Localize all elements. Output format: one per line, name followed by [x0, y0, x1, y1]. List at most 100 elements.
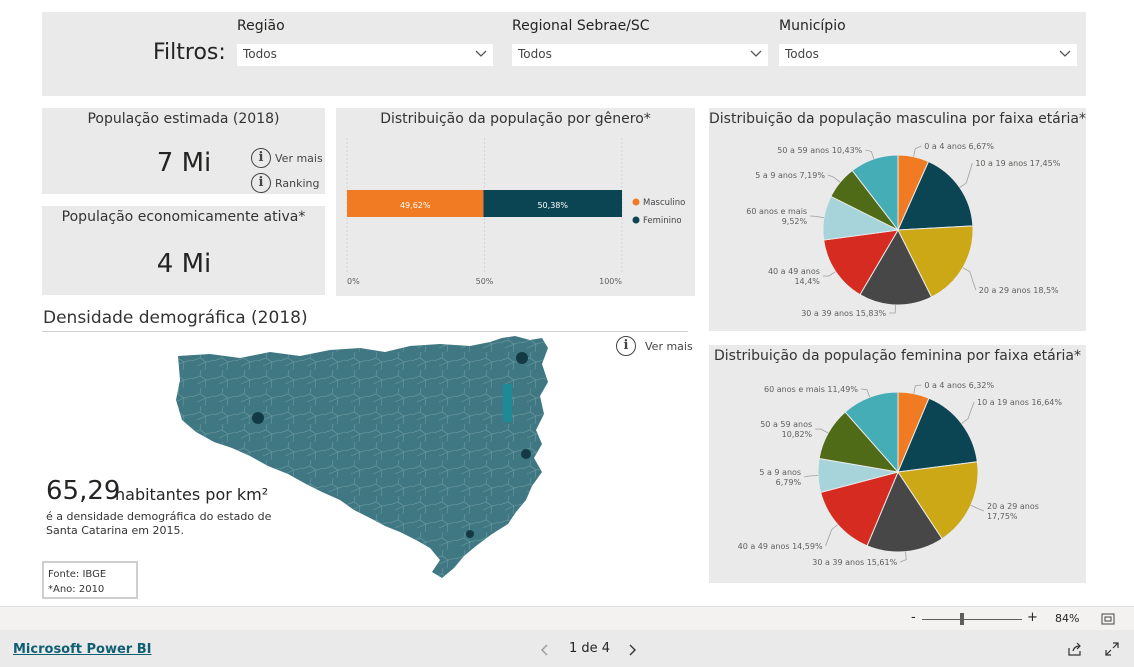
- bar-data-label: 50,38%: [537, 201, 568, 210]
- pie-data-label: 10 a 19 anos 16,64%: [977, 398, 1062, 407]
- chevron-down-icon: [475, 50, 487, 57]
- info-icon[interactable]: i: [251, 173, 271, 193]
- map-dense-municipality: [252, 412, 264, 424]
- fit-to-page-icon[interactable]: [1101, 613, 1115, 625]
- legend-label: Feminino: [643, 216, 682, 226]
- filter-value: Todos: [518, 47, 552, 61]
- pie-data-label: 10 a 19 anos 17,45%: [975, 159, 1060, 168]
- pie-data-label: 0 a 4 anos 6,32%: [924, 381, 994, 390]
- kpi-population-value: 7 Mi: [156, 148, 212, 178]
- pie-data-label: 0 a 4 anos 6,67%: [924, 142, 994, 151]
- map-dense-municipality: [466, 530, 474, 538]
- source-year-line: *Ano: 2010: [48, 584, 105, 595]
- zoom-out-button[interactable]: -: [911, 610, 916, 625]
- female-pie-card: Distribuição da população feminina por f…: [709, 345, 1086, 583]
- filter-dropdown-regional[interactable]: Todos: [512, 44, 768, 66]
- filters-title: Filtros:: [153, 40, 226, 65]
- zoom-level: 84%: [1055, 612, 1080, 625]
- pie-data-label: 5 a 9 anos: [759, 468, 801, 477]
- pie-data-label: 30 a 39 anos 15,61%: [812, 558, 897, 567]
- share-icon[interactable]: [1067, 642, 1083, 656]
- legend-marker: [632, 216, 640, 224]
- legend-label: Masculino: [643, 198, 685, 208]
- ver-mais-link[interactable]: Ver mais: [275, 152, 323, 165]
- pie-data-label: 40 a 49 anos 14,59%: [738, 542, 823, 551]
- pie-data-label: 9,52%: [782, 217, 808, 226]
- ranking-link[interactable]: Ranking: [275, 177, 320, 190]
- filter-label: Município: [779, 18, 846, 34]
- kpi-pea-card: População economicamente ativa* 4 Mi: [42, 206, 325, 295]
- filter-dropdown-municipio[interactable]: Todos: [779, 44, 1077, 66]
- pie-data-label: 6,79%: [776, 478, 802, 487]
- pie-data-label: 50 a 59 anos: [760, 420, 812, 429]
- x-tick-label: 50%: [476, 277, 494, 286]
- pie-data-label: 14,4%: [794, 277, 820, 286]
- legend-marker: [632, 198, 640, 206]
- pie-leader-line: [913, 384, 922, 394]
- filter-value: Todos: [785, 47, 819, 61]
- x-tick-label: 100%: [599, 277, 622, 286]
- filter-value: Todos: [243, 47, 277, 61]
- map-municipality-borders: [176, 336, 548, 578]
- pie-leader-line: [860, 388, 871, 398]
- chevron-down-icon: [1059, 50, 1071, 57]
- previous-page-icon[interactable]: [540, 644, 550, 656]
- pie-leader-line: [961, 401, 975, 424]
- pie-leader-line: [825, 524, 838, 547]
- filters-panel: Filtros: Região Todos Regional Sebrae/SC…: [42, 12, 1086, 96]
- pie-leader-line: [959, 162, 973, 188]
- kpi-pea-title: População economicamente ativa*: [61, 209, 306, 225]
- female-pie-chart: 0 a 4 anos 6,32% 10 a 19 anos 16,64% 20 a …: [738, 381, 1063, 567]
- next-page-icon[interactable]: [627, 644, 637, 656]
- pie-leader-line: [865, 149, 875, 160]
- pie-leader-line: [889, 304, 896, 314]
- gender-chart-card: Distribuição da população por gênero* 49…: [336, 108, 695, 296]
- density-ver-mais-link[interactable]: Ver mais: [645, 340, 693, 353]
- filter-municipio: Município Todos: [779, 18, 1077, 66]
- pie-data-label: 60 anos e mais: [746, 207, 807, 216]
- pie-data-label: 50 a 59 anos 10,43%: [777, 146, 862, 155]
- fullscreen-icon[interactable]: [1105, 642, 1119, 656]
- pie-leader-line: [810, 215, 825, 219]
- pie-leader-line: [900, 551, 907, 563]
- filter-regiao: Região Todos: [237, 18, 493, 66]
- pie-leader-line: [815, 428, 829, 434]
- pie-leader-line: [970, 504, 985, 512]
- pie-data-label: 10,82%: [782, 430, 813, 439]
- density-unit: habitantes por km²: [115, 485, 269, 504]
- source-line: Fonte: IBGE: [48, 569, 107, 580]
- pie-leader-line: [804, 475, 819, 478]
- power-bi-link[interactable]: Microsoft Power BI: [13, 642, 151, 657]
- map-dense-municipality: [516, 352, 528, 364]
- density-value: 65,29: [46, 476, 121, 506]
- zoom-in-button[interactable]: +: [1027, 610, 1038, 625]
- info-icon[interactable]: i: [251, 148, 271, 168]
- pie-data-label: 30 a 39 anos 15,83%: [801, 309, 886, 318]
- filter-label: Região: [237, 18, 285, 34]
- map-dense-municipality: [521, 449, 531, 459]
- filter-dropdown-regiao[interactable]: Todos: [237, 44, 493, 66]
- kpi-population-card: População estimada (2018) 7 Mi i Ver mai…: [42, 108, 325, 194]
- filter-label: Regional Sebrae/SC: [512, 18, 650, 34]
- page-indicator: 1 de 4: [569, 641, 611, 656]
- zoom-slider-thumb[interactable]: [960, 613, 964, 625]
- chevron-down-icon: [750, 50, 762, 57]
- density-divider: [42, 331, 688, 332]
- pie-leader-line: [913, 145, 922, 157]
- zoom-slider-track[interactable]: [922, 619, 1022, 620]
- pie-data-label: 60 anos e mais 11,49%: [764, 385, 858, 394]
- kpi-population-title: População estimada (2018): [87, 111, 280, 127]
- male-pie-chart: 0 a 4 anos 6,67% 10 a 19 anos 17,45% 20 a …: [746, 142, 1060, 318]
- pie-data-label: 20 a 29 anos: [987, 502, 1039, 511]
- info-icon[interactable]: i: [616, 336, 636, 356]
- zoom-bar: - + 84%: [0, 606, 1134, 630]
- male-pie-card: Distribuição da população masculina por …: [709, 108, 1086, 331]
- footer-bar: Microsoft Power BI 1 de 4: [0, 630, 1134, 667]
- kpi-pea-value: 4 Mi: [156, 249, 212, 279]
- santa-catarina-map[interactable]: [170, 334, 565, 580]
- pie-leader-line: [827, 174, 841, 183]
- pie-data-label: 20 a 29 anos 18,5%: [979, 286, 1059, 295]
- pie-data-label: 17,75%: [987, 512, 1018, 521]
- x-tick-label: 0%: [347, 277, 360, 286]
- density-description: é a densidade demográfica do estado de S…: [46, 510, 272, 537]
